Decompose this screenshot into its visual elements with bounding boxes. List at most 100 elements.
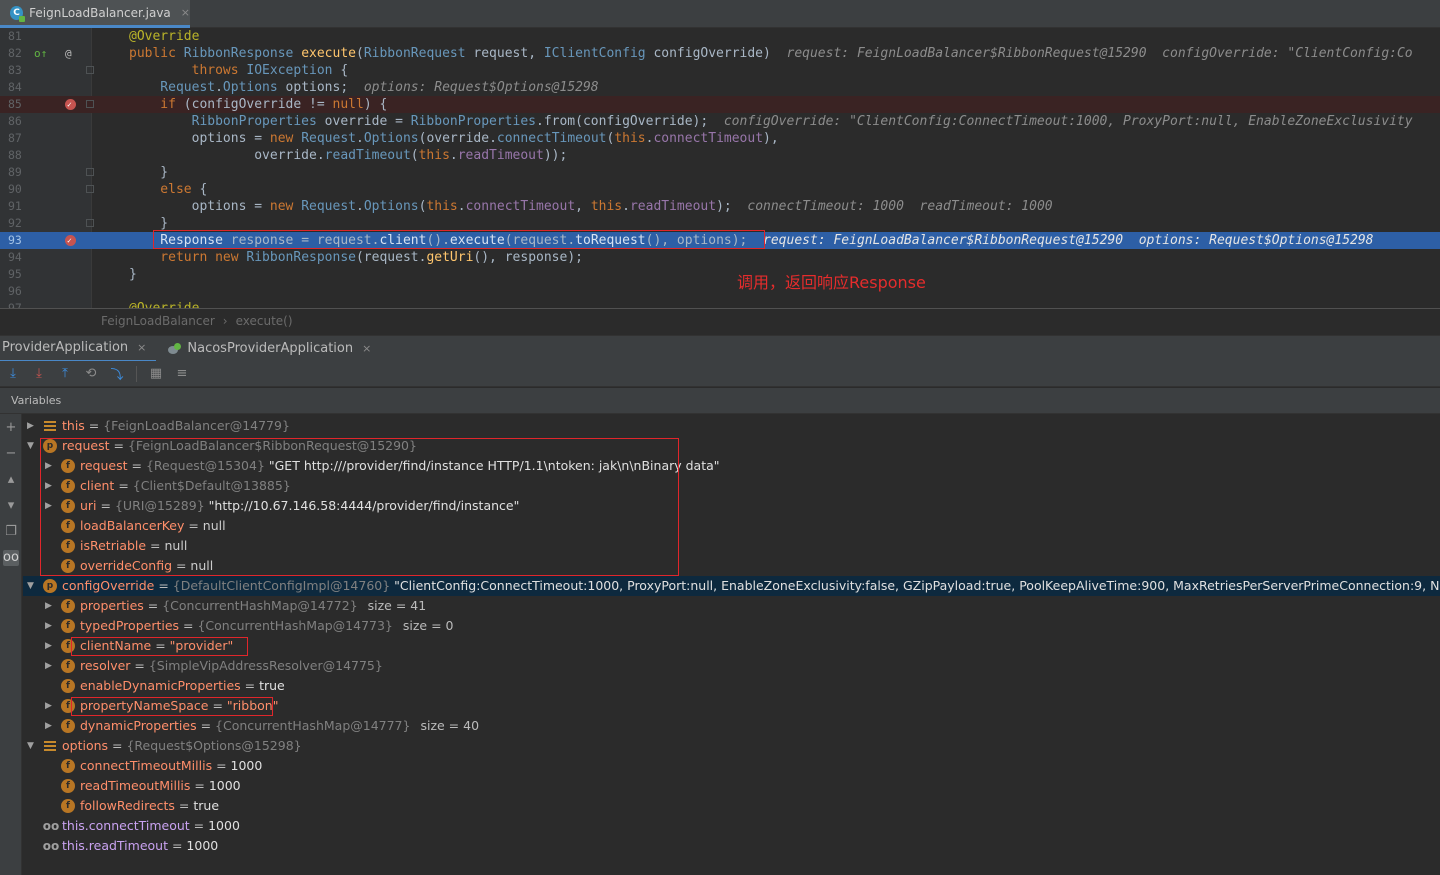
editor-tab-feignloadbalancer[interactable]: C FeignLoadBalancer.java × (0, 0, 190, 28)
line-number[interactable]: 82 (8, 45, 36, 62)
code-line[interactable]: 86 RibbonProperties override = RibbonPro… (0, 113, 1440, 130)
watches-toggle-icon[interactable]: oo (3, 550, 19, 566)
tab-nacos-provider-application[interactable]: NacosProviderApplication × (156, 336, 381, 362)
variable-row[interactable]: ▶ f typedProperties = {ConcurrentHashMap@1… (23, 616, 1440, 636)
code-token: ( (356, 46, 364, 61)
variable-row[interactable]: ▼ p configOverride = {DefaultClientConfigI… (23, 576, 1440, 596)
fold-marker-icon[interactable] (86, 185, 94, 193)
fold-marker-icon[interactable] (86, 66, 94, 74)
code-token: RibbonRequest (363, 46, 474, 61)
collapse-arrow-icon[interactable]: ▼ (27, 436, 37, 456)
code-line[interactable]: 97 @Override (0, 300, 1440, 308)
line-number[interactable]: 93 (8, 232, 36, 249)
evaluate-expression-icon[interactable]: ▦ (147, 365, 165, 383)
close-icon[interactable]: × (362, 342, 371, 355)
code-line[interactable]: 81 @Override (0, 28, 1440, 45)
variable-row[interactable]: oo this.connectTimeout = 1000 (23, 816, 1440, 836)
step-over-icon[interactable]: ⤓ (4, 365, 22, 383)
expand-arrow-icon[interactable]: ▶ (45, 596, 55, 616)
code-line[interactable]: 95} (0, 266, 1440, 283)
line-number[interactable]: 86 (8, 113, 36, 130)
line-number[interactable]: 84 (8, 79, 36, 96)
close-icon[interactable]: × (181, 6, 190, 19)
code-line[interactable]: 82 o↑ @ public RibbonResponse execute(Ribbo… (0, 45, 1440, 62)
line-number[interactable]: 88 (8, 147, 36, 164)
code-line[interactable]: 84 Request.Options options; options: Req… (0, 79, 1440, 96)
remove-watch-icon[interactable]: − (3, 446, 19, 462)
drop-frame-icon[interactable]: ⟲ (82, 365, 100, 383)
line-number[interactable]: 96 (8, 283, 36, 300)
variable-row[interactable]: ▼ options = {Request$Options@15298} (23, 736, 1440, 756)
breakpoint-icon[interactable] (65, 232, 76, 249)
code-token: RibbonResponse (246, 250, 356, 265)
code-line[interactable]: 96 (0, 283, 1440, 300)
code-line[interactable]: 85 if (configOverride != null) { (0, 96, 1440, 113)
code-token: if (129, 97, 184, 112)
line-number[interactable]: 87 (8, 130, 36, 147)
variable-row[interactable]: oo this.readTimeout = 1000 (23, 836, 1440, 856)
variable-row[interactable]: ▶ f properties = {ConcurrentHashMap@14772}… (23, 596, 1440, 616)
line-number[interactable]: 85 (8, 96, 36, 113)
fold-marker-icon[interactable] (86, 100, 94, 108)
variable-row[interactable]: ▶ this = {FeignLoadBalancer@14779} (23, 416, 1440, 436)
code-token: Request (301, 131, 356, 146)
code-line[interactable]: 83 throws IOException { (0, 62, 1440, 79)
override-marker-icon[interactable]: o↑ (34, 45, 47, 62)
breadcrumb-class[interactable]: FeignLoadBalancer (101, 314, 215, 328)
line-number[interactable]: 83 (8, 62, 36, 79)
code-line[interactable]: 89 } (0, 164, 1440, 181)
equals-sign: = (108, 738, 127, 753)
fold-marker-icon[interactable] (86, 168, 94, 176)
variable-row[interactable]: ▶ f dynamicProperties = {ConcurrentHashMap… (23, 716, 1440, 736)
expand-arrow-icon[interactable]: ▶ (27, 416, 37, 436)
expand-arrow-icon[interactable]: ▶ (45, 656, 55, 676)
expand-arrow-icon[interactable]: ▶ (45, 616, 55, 636)
variable-value: true (259, 678, 285, 693)
line-number[interactable]: 95 (8, 266, 36, 283)
code-text: throws IOException { (129, 62, 349, 79)
code-line[interactable]: 94 return new RibbonResponse(request.get… (0, 249, 1440, 266)
run-to-cursor-icon[interactable]: ⤵ (108, 365, 126, 383)
move-up-icon[interactable]: ▴ (3, 472, 19, 488)
code-editor[interactable]: 81 @Override 82 o↑ @ public RibbonResponse ex… (0, 28, 1440, 308)
variable-row[interactable]: ▶ f resolver = {SimpleVipAddressResolver@1… (23, 656, 1440, 676)
collapse-arrow-icon[interactable]: ▼ (27, 736, 37, 756)
tab-provider-application[interactable]: ProviderApplication × (0, 336, 157, 362)
line-number[interactable]: 94 (8, 249, 36, 266)
trace-icon[interactable]: ≡ (173, 365, 191, 383)
fold-marker-icon[interactable] (86, 219, 94, 227)
move-down-icon[interactable]: ▾ (3, 498, 19, 514)
variable-row[interactable]: f followRedirects = true (23, 796, 1440, 816)
close-icon[interactable]: × (137, 341, 146, 354)
code-line[interactable]: 88 override.readTimeout(this.readTimeout… (0, 147, 1440, 164)
code-line[interactable]: 87 options = new Request.Options(overrid… (0, 130, 1440, 147)
line-number[interactable]: 92 (8, 215, 36, 232)
variable-name: typedProperties (80, 618, 180, 633)
step-out-icon[interactable]: ⤒ (56, 365, 74, 383)
variables-header: Variables (0, 388, 1440, 414)
annotation-marker-icon[interactable]: @ (65, 45, 72, 62)
variable-row[interactable]: f connectTimeoutMillis = 1000 (23, 756, 1440, 776)
code-token: IClientConfig (543, 46, 654, 61)
line-number[interactable]: 90 (8, 181, 36, 198)
collapse-arrow-icon[interactable]: ▼ (27, 576, 37, 596)
java-class-icon: C (10, 5, 26, 22)
code-text: else { (129, 181, 207, 198)
expand-arrow-icon[interactable]: ▶ (45, 696, 55, 716)
variables-tree[interactable]: ▶ this = {FeignLoadBalancer@14779} ▼ p requ… (23, 414, 1440, 875)
code-line[interactable]: 91 options = new Request.Options(this.co… (0, 198, 1440, 215)
line-number[interactable]: 91 (8, 198, 36, 215)
expand-arrow-icon[interactable]: ▶ (45, 636, 55, 656)
breadcrumb-method[interactable]: execute() (236, 314, 293, 328)
force-step-into-icon[interactable]: ⤓ (30, 365, 48, 383)
variable-row[interactable]: f readTimeoutMillis = 1000 (23, 776, 1440, 796)
line-number[interactable]: 97 (8, 300, 36, 308)
line-number[interactable]: 81 (8, 28, 36, 45)
variable-row[interactable]: f enableDynamicProperties = true (23, 676, 1440, 696)
code-line[interactable]: 90 else { (0, 181, 1440, 198)
expand-arrow-icon[interactable]: ▶ (45, 716, 55, 736)
copy-icon[interactable]: ❐ (3, 524, 19, 540)
line-number[interactable]: 89 (8, 164, 36, 181)
breakpoint-icon[interactable] (65, 96, 76, 113)
add-watch-icon[interactable]: + (3, 420, 19, 436)
